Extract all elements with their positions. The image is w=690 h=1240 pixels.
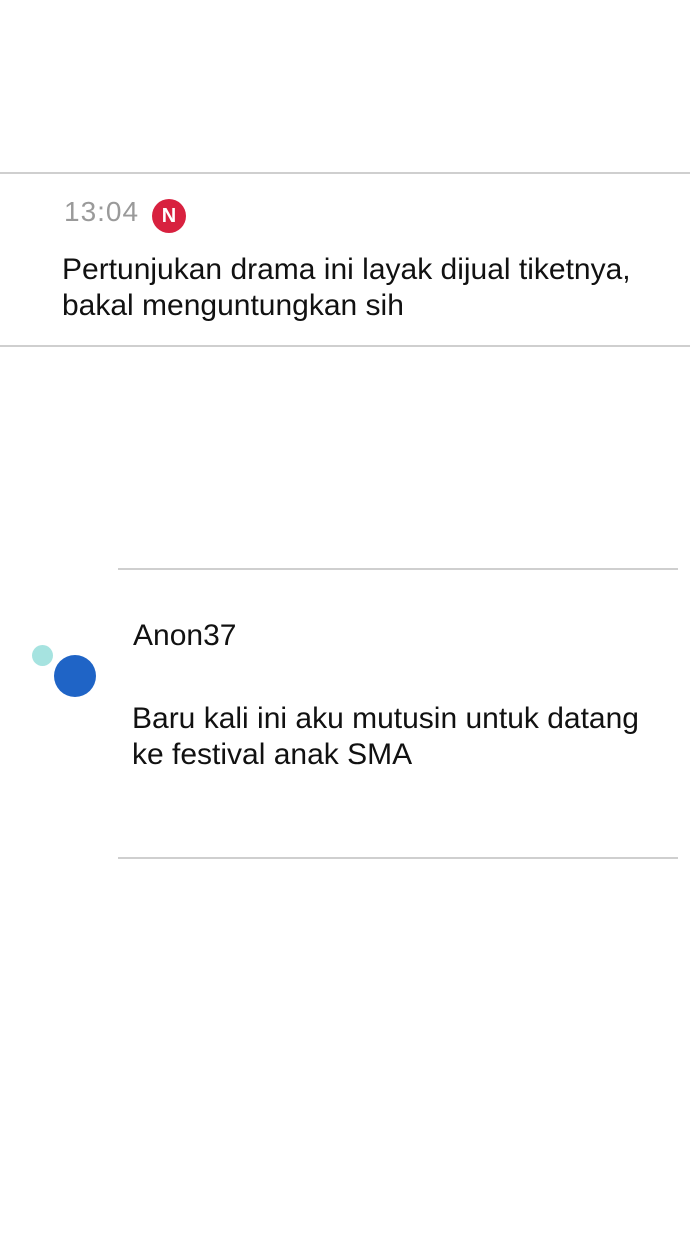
chat-username: Anon37 bbox=[133, 619, 237, 652]
notification-bottom-divider bbox=[0, 345, 690, 347]
new-badge-icon: N bbox=[152, 199, 186, 233]
notification-time: 13:04 bbox=[64, 196, 140, 227]
avatar-dot-icon bbox=[54, 655, 96, 697]
chat-bottom-divider bbox=[118, 857, 678, 859]
chat-top-divider bbox=[118, 568, 678, 570]
avatar-small-dot-icon bbox=[32, 645, 53, 666]
notification-message: Pertunjukan drama ini layak dijual tiket… bbox=[62, 253, 631, 322]
notification-top-divider bbox=[0, 172, 690, 174]
chat-message: Baru kali ini aku mutusin untuk datang k… bbox=[132, 702, 639, 771]
